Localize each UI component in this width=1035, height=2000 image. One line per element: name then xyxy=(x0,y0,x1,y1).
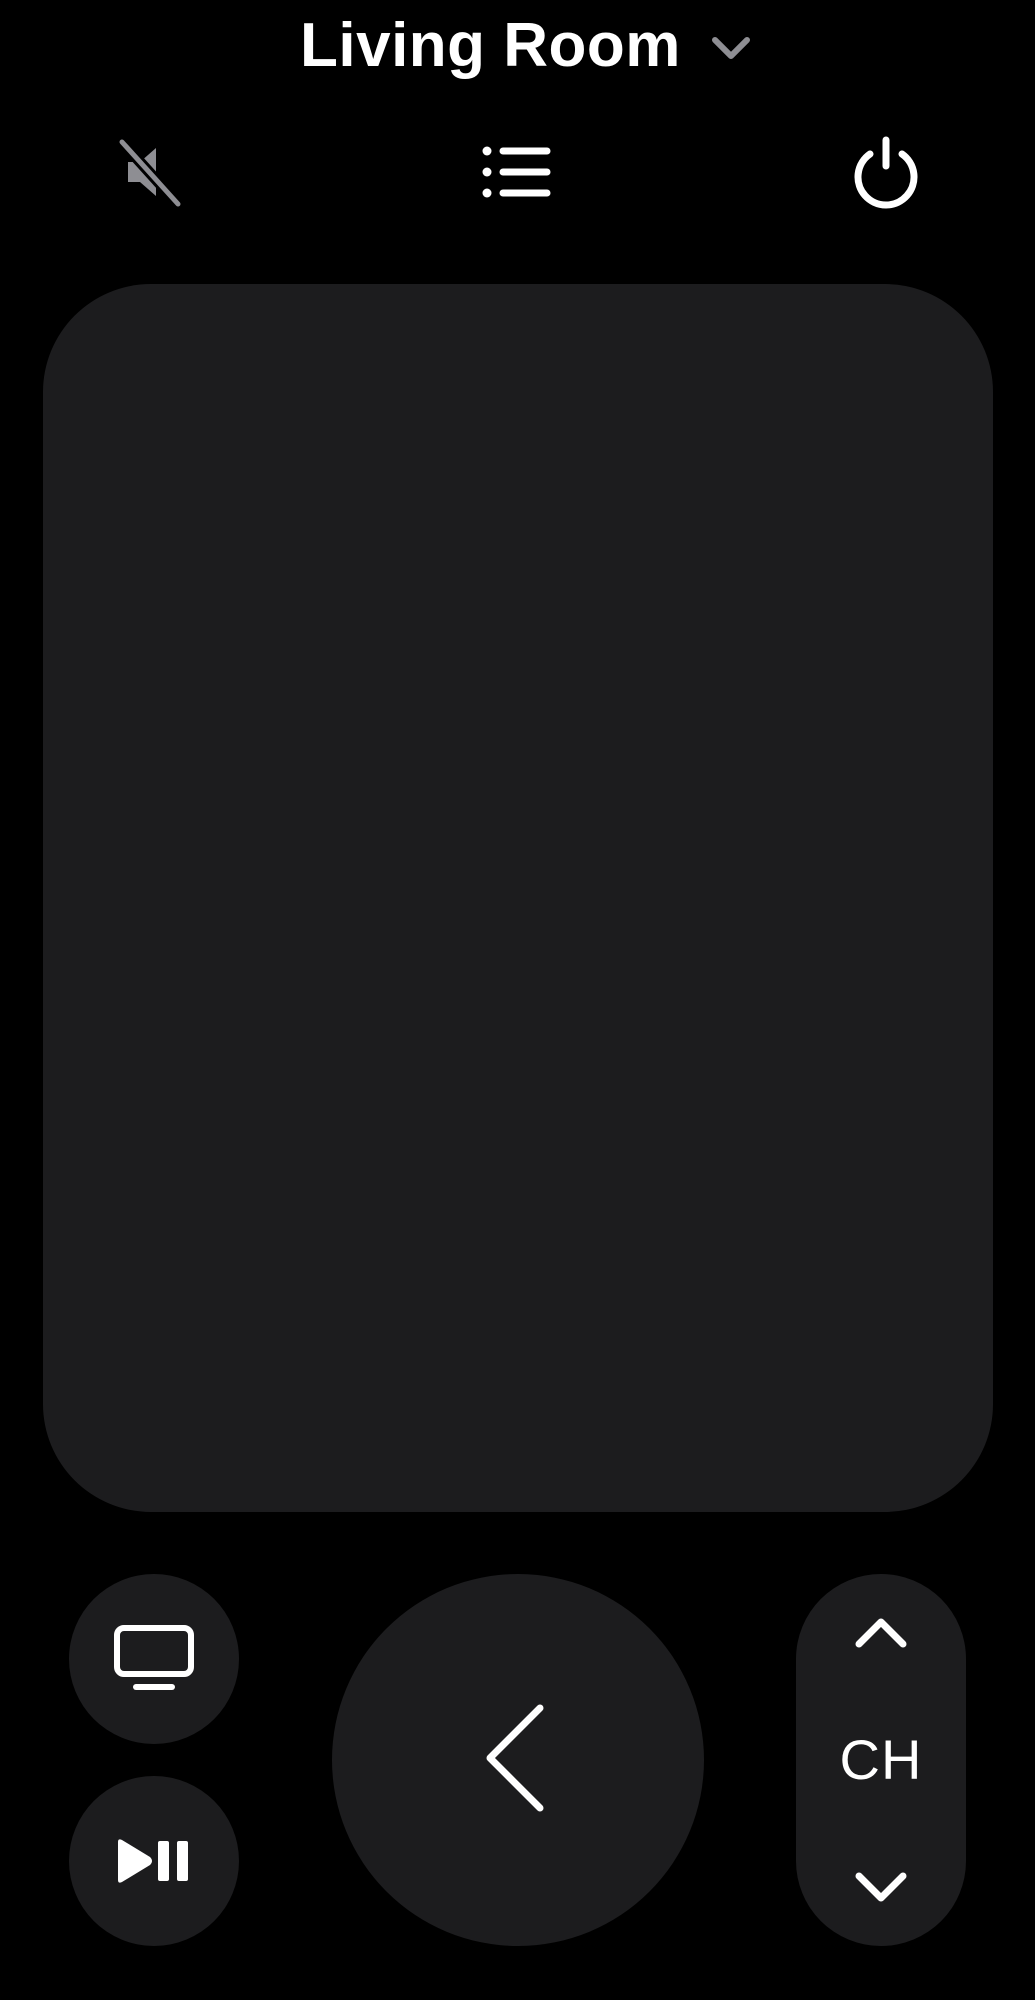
touchpad[interactable] xyxy=(43,284,993,1512)
device-title: Living Room xyxy=(300,11,681,80)
play-pause-button[interactable] xyxy=(69,1776,239,1946)
power-icon xyxy=(854,136,918,209)
chevron-down-icon xyxy=(855,1872,907,1902)
channel-control: CH xyxy=(796,1574,966,1946)
header: Living Room xyxy=(0,0,1035,90)
mute-button[interactable] xyxy=(100,122,200,222)
device-picker[interactable]: Living Room xyxy=(300,6,753,86)
chevron-down-icon xyxy=(711,37,750,59)
speaker-slash-icon xyxy=(116,136,184,210)
tv-button[interactable] xyxy=(69,1574,239,1744)
power-button[interactable] xyxy=(836,122,936,222)
chevron-up-icon xyxy=(855,1618,907,1648)
channel-up-button[interactable] xyxy=(796,1582,966,1682)
play-pause-icon xyxy=(118,1839,188,1883)
channel-label: CH xyxy=(839,1728,923,1791)
back-button[interactable] xyxy=(332,1574,704,1946)
chevron-left-icon xyxy=(486,1704,544,1812)
channel-down-button[interactable] xyxy=(796,1838,966,1938)
list-icon xyxy=(482,146,551,198)
menu-button[interactable] xyxy=(467,122,567,222)
tv-icon xyxy=(114,1625,194,1690)
